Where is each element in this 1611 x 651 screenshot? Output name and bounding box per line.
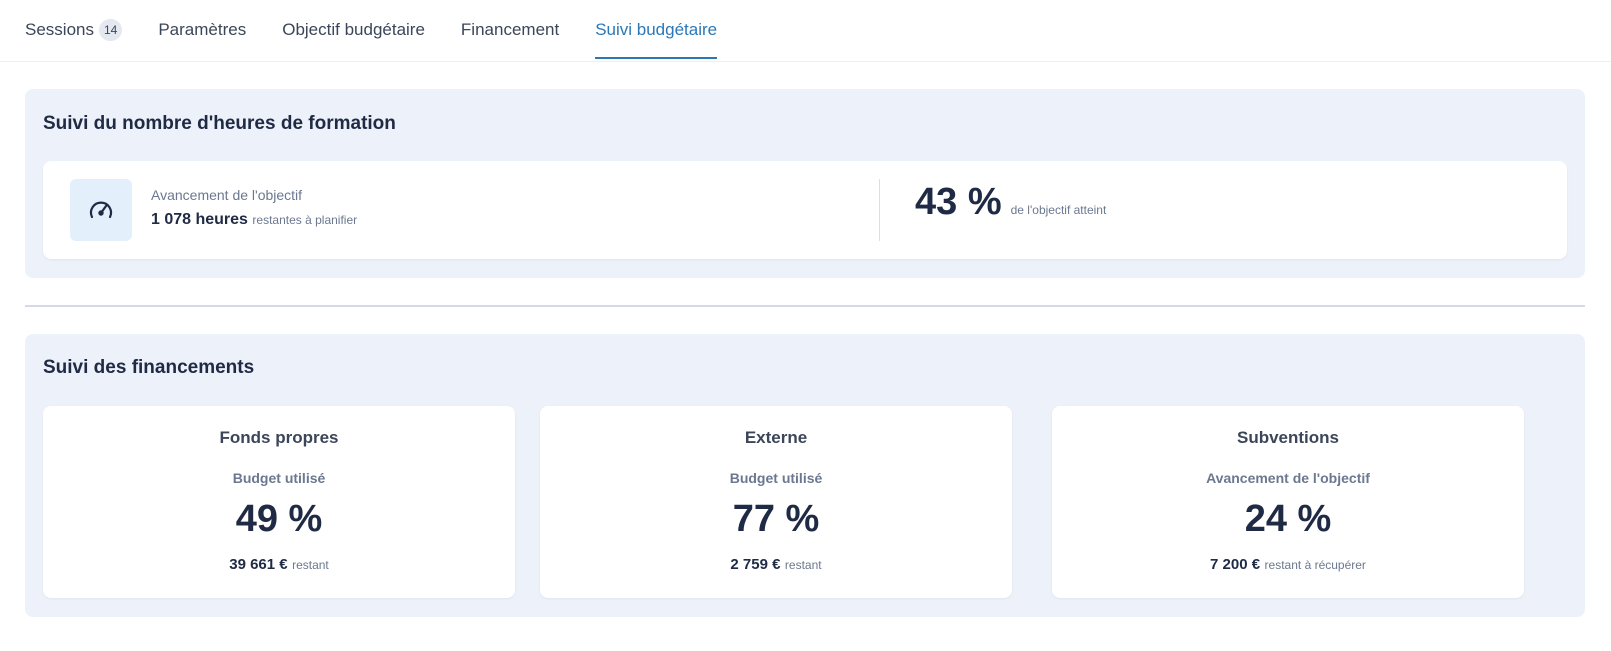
card-amount: 2 759 € (730, 556, 781, 573)
tab-label: Objectif budgétaire (282, 20, 425, 39)
card-remaining: 39 661 € restant (43, 556, 515, 574)
card-title: Subventions (1236, 428, 1339, 447)
hours-progress-text: Avancement de l'objectif 1 078 heures re… (151, 187, 357, 229)
hours-progress-label: Avancement de l'objectif (151, 187, 303, 203)
hours-remaining-suffix: restantes à planifier (252, 213, 358, 227)
card-amount-suffix: restant à récupérer (1264, 558, 1366, 572)
card-subtitle: Avancement de l'objectif (1206, 470, 1370, 486)
hours-remaining-value: 1 078 heures (151, 211, 248, 228)
card-title: Fonds propres (219, 428, 339, 447)
card-amount: 39 661 € (229, 556, 288, 573)
financing-card-subventions: Subventions Avancement de l'objectif 24 … (1052, 406, 1524, 598)
card-amount-suffix: restant (784, 558, 822, 572)
card-remaining: 7 200 € restant à récupérer (1052, 556, 1524, 574)
financing-tracking-panel: Suivi des financements Fonds propres Bud… (25, 334, 1585, 617)
hours-percent-value: 43 % (915, 181, 1002, 223)
hours-panel-title: Suivi du nombre d'heures de formation (43, 113, 396, 134)
tab-objectif-budgetaire[interactable]: Objectif budgétaire (282, 0, 425, 61)
financing-panel-title: Suivi des financements (43, 357, 255, 378)
tab-label: Financement (460, 20, 560, 39)
tab-suivi-budgetaire[interactable]: Suivi budgétaire (595, 0, 717, 61)
gauge-icon (70, 179, 132, 241)
tab-bar: Sessions 14 Paramètres Objectif budgétai… (0, 0, 1611, 62)
card-remaining: 2 759 € restant (540, 556, 1012, 574)
tab-label: Paramètres (158, 20, 247, 39)
card-amount: 7 200 € (1210, 556, 1261, 573)
financing-card-fonds-propres: Fonds propres Budget utilisé 49 % 39 661… (43, 406, 515, 598)
financing-card-externe: Externe Budget utilisé 77 % 2 759 € rest… (540, 406, 1012, 598)
tab-financement[interactable]: Financement (461, 0, 559, 61)
card-percent: 77 % (732, 498, 820, 540)
tab-label: Sessions (25, 20, 94, 39)
card-percent: 49 % (235, 498, 323, 540)
sessions-count-badge: 14 (98, 19, 123, 41)
vertical-divider (879, 179, 880, 241)
card-amount-suffix: restant (292, 558, 329, 572)
hours-percent-block: 43 % de l'objectif atteint (915, 181, 1106, 224)
card-subtitle: Budget utilisé (729, 470, 823, 486)
card-percent: 24 % (1244, 498, 1332, 540)
card-title: Externe (744, 428, 808, 447)
card-subtitle: Budget utilisé (232, 470, 326, 486)
tab-parametres[interactable]: Paramètres (158, 0, 246, 61)
section-divider (25, 305, 1585, 307)
hours-card: Avancement de l'objectif 1 078 heures re… (43, 161, 1567, 259)
hours-tracking-panel: Suivi du nombre d'heures de formation Av… (25, 89, 1585, 278)
hours-percent-suffix: de l'objectif atteint (1010, 203, 1107, 217)
tab-sessions[interactable]: Sessions 14 (25, 0, 123, 61)
tab-label: Suivi budgétaire (595, 20, 718, 39)
